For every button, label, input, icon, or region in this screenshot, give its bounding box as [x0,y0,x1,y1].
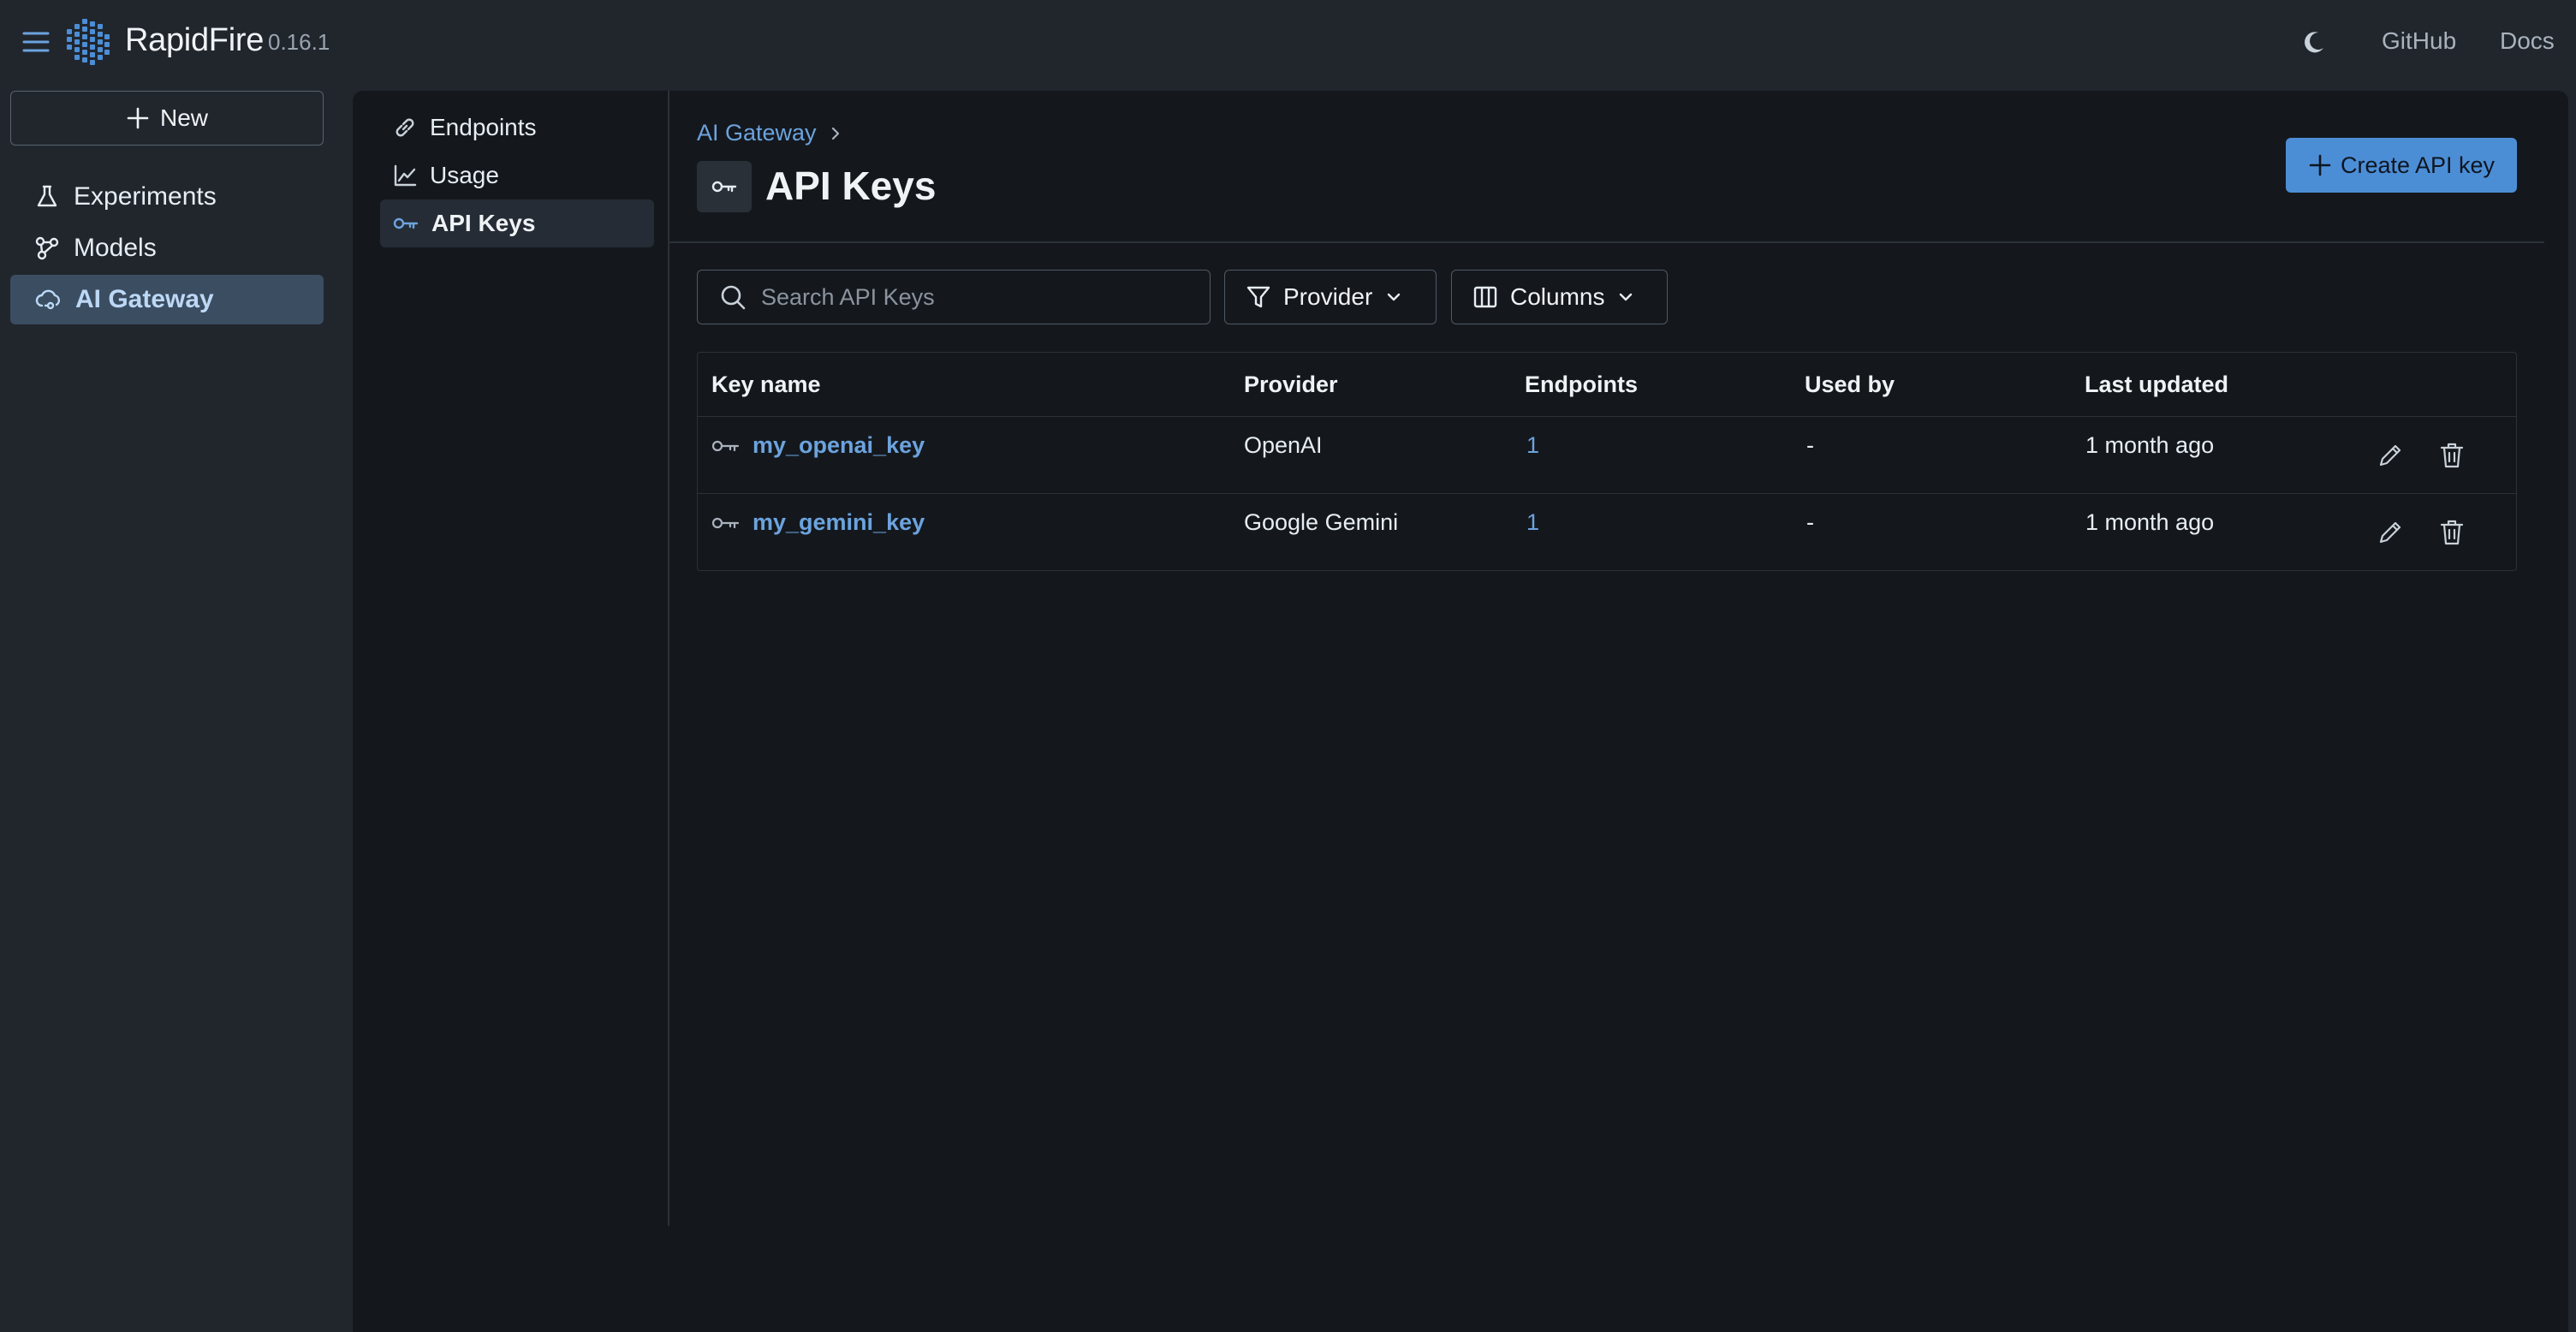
provider-filter-label: Provider [1283,283,1373,310]
app-version: 0.16.1 [268,29,330,55]
used-by-cell: - [1806,509,1814,535]
column-header-key-name[interactable]: Key name [711,372,821,398]
endpoints-count-link[interactable]: 1 [1526,432,1539,459]
create-api-key-label: Create API key [2340,152,2496,178]
sidebar-item-ai-gateway[interactable]: AI Gateway [10,275,324,324]
search-box[interactable] [697,270,1211,324]
sidebar-item-models[interactable]: Models [10,223,324,273]
subnav-item-usage[interactable]: Usage [380,152,654,199]
moon-icon[interactable] [2299,27,2329,56]
app-name: RapidFire [125,22,265,58]
flask-icon [34,184,60,210]
columns-icon [1472,284,1498,310]
provider-cell: Google Gemini [1244,509,1399,535]
new-button[interactable]: New [10,91,324,146]
last-updated-cell: 1 month ago [2085,432,2215,458]
key-icon [711,514,741,532]
columns-label: Columns [1510,283,1605,310]
new-button-label: New [159,104,208,131]
column-header-provider[interactable]: Provider [1244,372,1338,398]
filter-icon [1246,284,1271,310]
columns-button[interactable]: Columns [1451,270,1668,324]
sidebar-item-label: Experiments [74,182,217,211]
chevron-right-icon [829,125,842,142]
delete-trash-icon[interactable] [2437,518,2466,547]
subnav-item-label: Endpoints [430,114,537,140]
key-name-link[interactable]: my_openai_key [753,432,925,459]
docs-link[interactable]: Docs [2500,27,2555,55]
plus-icon [2308,153,2332,177]
edit-pencil-icon[interactable] [2376,518,2405,547]
github-link[interactable]: GitHub [2382,27,2456,55]
sidebar-item-label: AI Gateway [75,285,214,313]
link-icon [392,115,418,140]
page-key-icon [697,161,752,212]
api-keys-table: Key name Provider Endpoints Used by Last… [697,352,2517,571]
top-bar: RapidFire 0.16.1 GitHub Docs [0,0,2576,86]
subnav-item-label: API Keys [431,210,536,236]
column-header-last-updated[interactable]: Last updated [2085,372,2228,398]
column-header-endpoints[interactable]: Endpoints [1525,372,1638,398]
rapidfire-logo-icon[interactable] [63,17,111,67]
key-icon [711,437,741,455]
last-updated-cell: 1 month ago [2085,509,2215,535]
table-row: my_gemini_key Google Gemini 1 - 1 month … [698,493,2516,570]
table-row: my_openai_key OpenAI 1 - 1 month ago [698,416,2516,493]
key-name-cell: my_openai_key [711,432,925,459]
breadcrumb-ai-gateway[interactable]: AI Gateway [697,120,817,146]
header-divider [669,241,2544,243]
key-name-link[interactable]: my_gemini_key [753,509,925,536]
subnav-item-api-keys[interactable]: API Keys [380,199,654,247]
sidebar-item-label: Models [74,234,157,262]
chevron-down-icon [1616,288,1635,306]
chevron-down-icon [1384,288,1403,306]
chart-line-icon [392,163,418,188]
provider-filter-button[interactable]: Provider [1224,270,1437,324]
search-icon [718,282,747,312]
endpoints-count-link[interactable]: 1 [1526,509,1539,536]
delete-trash-icon[interactable] [2437,441,2466,470]
models-icon [34,235,60,261]
column-header-used-by[interactable]: Used by [1805,372,1895,398]
subnav-item-label: Usage [430,162,499,188]
key-icon [392,211,419,236]
edit-pencil-icon[interactable] [2376,441,2405,470]
breadcrumb: AI Gateway [697,120,842,146]
cloud-gateway-icon [34,287,62,312]
key-name-cell: my_gemini_key [711,509,925,536]
search-input[interactable] [761,283,1206,311]
provider-cell: OpenAI [1244,432,1323,458]
subnav-divider [668,91,669,1226]
sidebar-item-experiments[interactable]: Experiments [10,172,324,222]
plus-icon [126,106,150,130]
page-title: API Keys [765,164,937,208]
create-api-key-button[interactable]: Create API key [2286,138,2517,193]
used-by-cell: - [1806,432,1814,458]
subnav-item-endpoints[interactable]: Endpoints [380,104,654,152]
hamburger-menu-icon[interactable] [21,27,51,56]
